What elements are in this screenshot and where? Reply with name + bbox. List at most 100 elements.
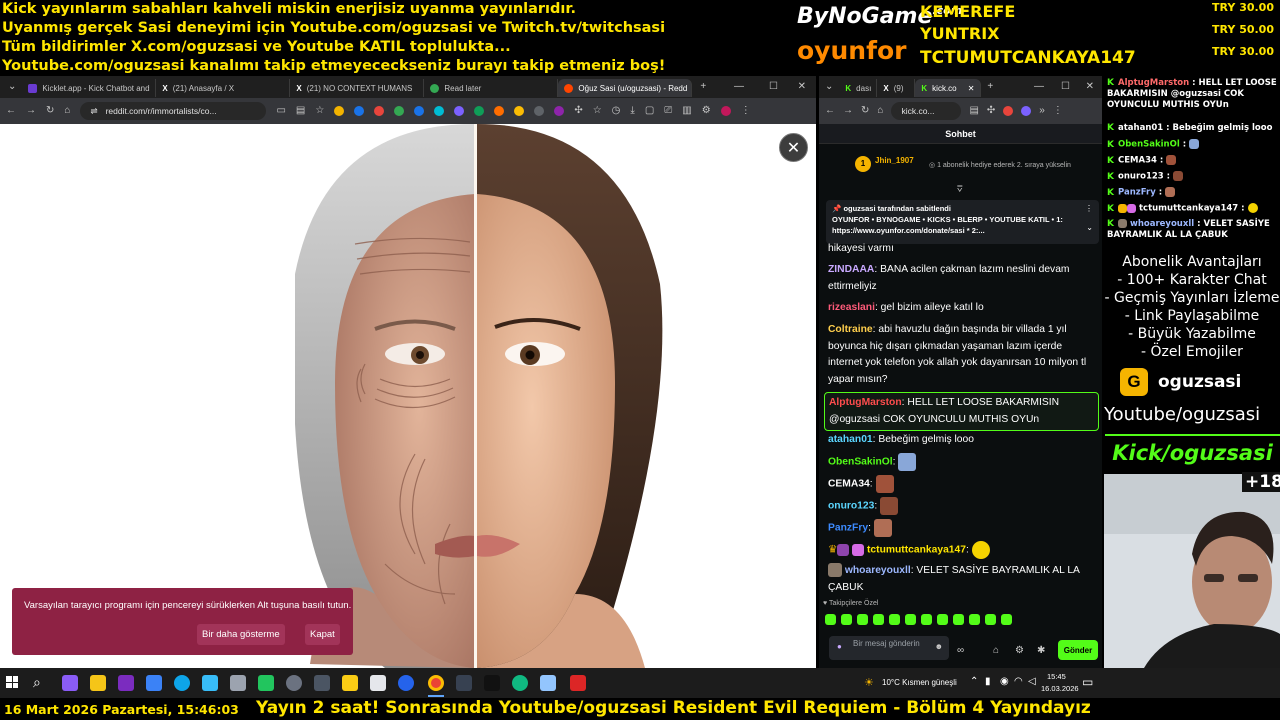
- tab-x-home[interactable]: X (21) Anasayfa / X: [156, 79, 291, 97]
- emote-button[interactable]: [889, 614, 900, 625]
- extension-icon[interactable]: [374, 106, 385, 116]
- extension-icon[interactable]: [1021, 106, 1032, 116]
- minimize-icon[interactable]: —: [734, 82, 744, 92]
- maximize-icon[interactable]: ☐: [1061, 82, 1070, 92]
- new-tab-icon[interactable]: +: [700, 82, 706, 92]
- camera-icon[interactable]: [230, 675, 246, 691]
- location-icon[interactable]: ◉: [1000, 676, 1009, 687]
- extension-icon[interactable]: [1003, 106, 1014, 116]
- back-icon[interactable]: ←: [825, 106, 835, 116]
- site-info-icon[interactable]: ⇌: [90, 106, 97, 117]
- store-icon[interactable]: ⌂: [993, 645, 999, 656]
- extension-icon[interactable]: [394, 106, 405, 116]
- chat-username[interactable]: CEMA34: [828, 479, 870, 490]
- home-icon[interactable]: ⌂: [64, 106, 70, 116]
- cast-icon[interactable]: ▭: [276, 106, 285, 116]
- chat-username[interactable]: ZINDAAA: [828, 264, 874, 275]
- mic-icon[interactable]: ●: [837, 642, 842, 652]
- bookmark-star-icon[interactable]: ☆: [315, 106, 324, 116]
- onenote-icon[interactable]: [118, 675, 134, 691]
- minimize-icon[interactable]: —: [1034, 82, 1044, 92]
- clock-date[interactable]: 16.03.2026: [1041, 684, 1079, 693]
- emote-button[interactable]: [985, 614, 996, 625]
- app-icon[interactable]: [314, 675, 330, 691]
- tab-kick-chat[interactable]: Kkick.co ✕: [915, 79, 982, 97]
- app-icon[interactable]: [540, 675, 556, 691]
- menu-icon[interactable]: ⋮: [1053, 106, 1063, 116]
- app-icon[interactable]: [258, 675, 274, 691]
- download-icon[interactable]: ⤓: [630, 106, 634, 116]
- puzzle-extensions-icon[interactable]: ✣: [987, 106, 995, 116]
- address-bar[interactable]: ⇌ reddit.com/r/immortalists/co...: [80, 102, 267, 120]
- sidebar-icon[interactable]: ▥: [682, 106, 691, 116]
- chrome-icon[interactable]: [428, 675, 444, 691]
- profile-avatar[interactable]: [720, 106, 731, 116]
- file-explorer-icon[interactable]: [90, 675, 106, 691]
- chat-username[interactable]: Coltraine: [828, 324, 873, 335]
- tab-search-icon[interactable]: ⌄: [825, 82, 833, 92]
- chat-username[interactable]: rizeaslani: [828, 302, 875, 313]
- weather-text[interactable]: 10°C Kısmen güneşli: [882, 678, 957, 687]
- close-overlay-button[interactable]: ✕: [779, 133, 808, 162]
- volume-icon[interactable]: ◁: [1028, 676, 1036, 687]
- start-button[interactable]: [6, 676, 18, 688]
- back-icon[interactable]: ←: [6, 106, 16, 116]
- pen-app-icon[interactable]: [62, 675, 78, 691]
- tab-search-icon[interactable]: ⌄: [8, 82, 16, 92]
- chat-username[interactable]: AlptugMarston: [829, 397, 902, 408]
- chat-username[interactable]: PanzFry: [828, 523, 868, 534]
- home-icon[interactable]: ⌂: [877, 106, 883, 116]
- link-icon[interactable]: ∞: [957, 645, 964, 656]
- extension-icon[interactable]: [494, 106, 505, 116]
- dont-show-again-button[interactable]: Bir daha gösterme: [197, 624, 285, 645]
- tabs-icon[interactable]: ▢: [645, 106, 654, 116]
- emoji-icon[interactable]: ☻: [935, 642, 943, 652]
- extension-icon[interactable]: [434, 106, 445, 116]
- close-tab-icon[interactable]: ✕: [968, 84, 975, 93]
- reload-icon[interactable]: ↻: [46, 106, 54, 116]
- tab-reddit[interactable]: Oğuz Sasi (u/oguzsasi) - Redd✕: [558, 79, 693, 97]
- tab-kicklet[interactable]: Kicklet.app - Kick Chatbot and: [22, 79, 157, 97]
- more-options-icon[interactable]: ⋮: [1085, 203, 1093, 214]
- settings-icon[interactable]: ⚙: [702, 106, 711, 116]
- extension-icon[interactable]: [454, 106, 465, 116]
- emote-button[interactable]: [969, 614, 980, 625]
- emote-button[interactable]: [905, 614, 916, 625]
- chat-username[interactable]: ObenSakinOl: [828, 457, 893, 468]
- extension-icon[interactable]: [514, 106, 525, 116]
- extension-icon[interactable]: [474, 106, 485, 116]
- notification-icon[interactable]: ▭: [1082, 675, 1093, 689]
- new-tab-icon[interactable]: +: [987, 82, 993, 92]
- app-icon[interactable]: [456, 675, 472, 691]
- forward-icon[interactable]: →: [843, 106, 853, 116]
- chat-message-input[interactable]: ● Bir mesaj gönderin ☻: [829, 636, 949, 660]
- emote-button[interactable]: [841, 614, 852, 625]
- app-icon[interactable]: [370, 675, 386, 691]
- chat-username[interactable]: whoareyouxll: [845, 565, 911, 576]
- close-window-icon[interactable]: ✕: [798, 82, 806, 92]
- mod-tools-icon[interactable]: ✱: [1037, 645, 1045, 656]
- app-icon[interactable]: [398, 675, 414, 691]
- emote-button[interactable]: [937, 614, 948, 625]
- emote-button[interactable]: [953, 614, 964, 625]
- translate-icon[interactable]: ▤: [969, 106, 978, 116]
- app-icon[interactable]: [202, 675, 218, 691]
- send-button[interactable]: Gönder: [1058, 640, 1098, 660]
- puzzle-extensions-icon[interactable]: ✣: [574, 106, 582, 116]
- app-icon[interactable]: [512, 675, 528, 691]
- notes-icon[interactable]: [342, 675, 358, 691]
- search-icon[interactable]: ⌕: [33, 674, 41, 691]
- chat-username[interactable]: atahan01: [828, 434, 873, 445]
- bookmark-icon[interactable]: ☆: [593, 106, 602, 116]
- forward-icon[interactable]: →: [26, 106, 36, 116]
- extension-icon[interactable]: [554, 106, 565, 116]
- close-notification-button[interactable]: Kapat: [305, 624, 340, 645]
- tray-chevron-icon[interactable]: ⌃: [970, 676, 978, 687]
- clock-time[interactable]: 15:45: [1047, 672, 1066, 681]
- reload-icon[interactable]: ↻: [861, 106, 869, 116]
- extension-icon[interactable]: [354, 106, 365, 116]
- close-window-icon[interactable]: ✕: [1086, 82, 1094, 92]
- tab-kick-dashboard[interactable]: Kdası: [839, 79, 878, 97]
- scroll-down-icon[interactable]: ⩢: [957, 184, 962, 195]
- address-bar[interactable]: kick.co...: [891, 102, 962, 120]
